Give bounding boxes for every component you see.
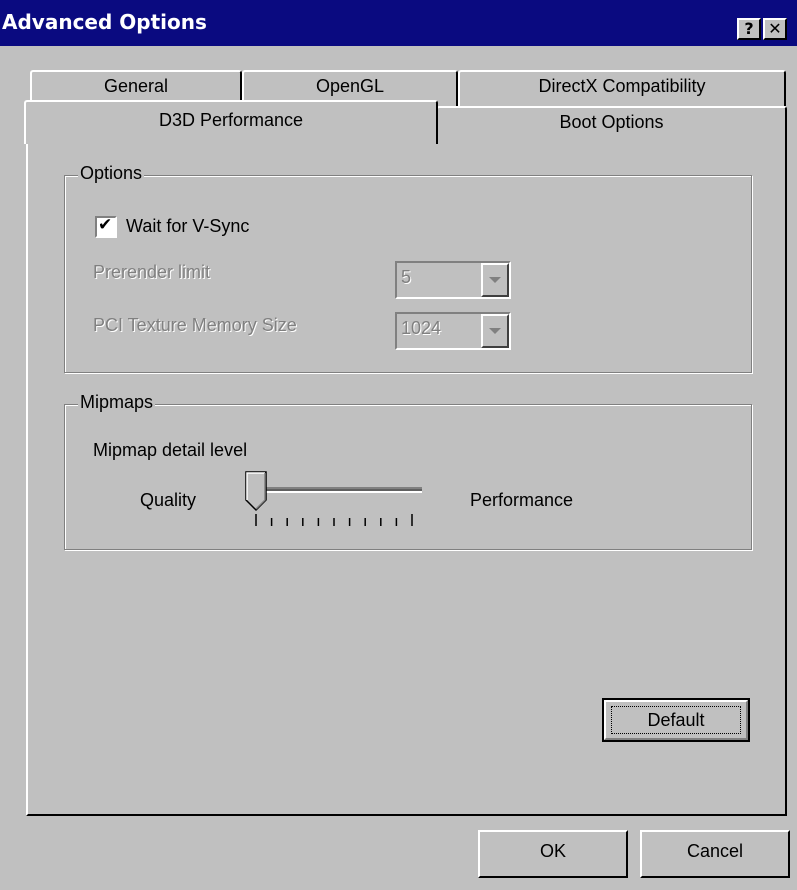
prerender-dropdown-arrow[interactable] [481,263,509,297]
mipmap-slider-graphic [245,471,422,526]
tab-boot-options-label: Boot Options [559,112,664,132]
prerender-value: 5 [401,267,412,287]
title-bar[interactable]: Advanced Options ? ✕ [0,0,797,46]
chevron-down-icon [489,328,501,334]
prerender-label: Prerender limit [93,262,211,282]
chevron-down-icon [489,277,501,283]
close-button[interactable]: ✕ [763,18,787,40]
performance-label: Performance [470,490,574,510]
pci-texture-dropdown-arrow[interactable] [481,314,509,348]
mipmaps-legend: Mipmaps [78,392,156,413]
default-button-label: Default [647,710,705,730]
pci-texture-combo[interactable]: 1024 [395,312,511,350]
mipmap-detail-label: Mipmap detail level [93,440,248,460]
checkmark-icon: ✔ [98,215,113,235]
cancel-button-label: Cancel [686,841,744,861]
cancel-button[interactable]: Cancel [640,830,790,878]
default-button[interactable]: Default [602,698,750,742]
ok-button[interactable]: OK [478,830,628,878]
help-button[interactable]: ? [737,18,761,40]
pci-texture-value: 1024 [401,318,442,338]
tab-d3d-performance-label: D3D Performance [158,110,304,130]
tab-directx-label: DirectX Compatibility [538,76,706,96]
options-legend: Options [78,163,145,184]
close-icon: ✕ [768,19,782,38]
mipmap-slider[interactable] [240,470,430,532]
tab-boot-options[interactable]: Boot Options [436,106,787,142]
tab-directx-compatibility[interactable]: DirectX Compatibility [458,70,786,106]
pci-texture-label: PCI Texture Memory Size [93,315,297,335]
tab-d3d-performance[interactable]: D3D Performance [24,100,438,144]
tab-opengl-label: OpenGL [315,76,385,96]
prerender-combo[interactable]: 5 [395,261,511,299]
help-icon: ? [744,19,754,38]
vsync-checkbox[interactable]: ✔ [95,215,117,238]
vsync-label[interactable]: Wait for V-Sync [126,216,249,237]
tab-general-label: General [103,76,169,96]
slider-thumb[interactable] [245,471,267,512]
ok-button-label: OK [539,841,566,861]
quality-label: Quality [140,490,197,510]
window-title: Advanced Options [2,10,207,34]
